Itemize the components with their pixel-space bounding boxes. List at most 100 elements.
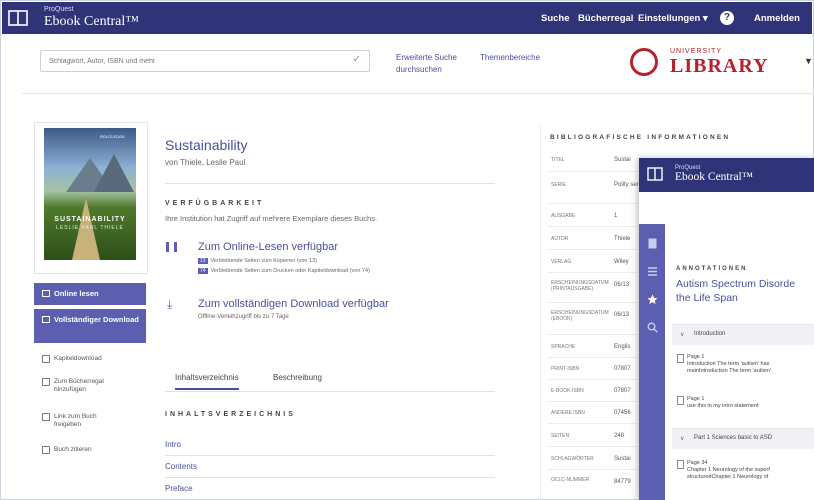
overlay-header: ProQuest Ebook Central™ <box>639 158 814 192</box>
section-part-1[interactable]: ∨ Part 1 Sciences basic to ASD <box>672 428 814 449</box>
quote-icon <box>42 446 50 454</box>
chevron-down-icon: ∨ <box>680 332 685 338</box>
bib-value: 248 <box>614 433 625 439</box>
section-introduction[interactable]: ∨ Introduction <box>672 324 814 345</box>
bib-separator <box>548 249 638 250</box>
availability-text: Ihre Institution hat Zugriff auf mehrere… <box>165 214 378 223</box>
nav-login[interactable]: Anmelden <box>754 13 800 24</box>
bib-separator <box>548 357 638 358</box>
advanced-search-line2: durchsuchen <box>396 65 442 74</box>
chapter-download-label: Kapiteldownload <box>54 355 102 362</box>
bib-separator <box>548 171 638 172</box>
print-pages-text: Verbleibende Seiten zum Drucken oder Kap… <box>210 268 370 274</box>
search-input[interactable] <box>47 53 341 69</box>
annotation-note[interactable]: Page 1 use this in my intro statement <box>677 396 759 410</box>
search-icon[interactable] <box>647 322 658 333</box>
bib-value: 1 <box>614 213 618 219</box>
bib-separator <box>548 302 638 303</box>
toc-item-preface[interactable]: Preface <box>165 484 193 493</box>
annotations-overlay: ProQuest Ebook Central™ ANNOTATIONEN Aut… <box>639 158 814 500</box>
bib-value: 06/13 <box>614 312 630 318</box>
bib-label: OCLC-NUMMER <box>551 477 590 483</box>
download-arrow-icon: ⤓ <box>167 297 173 311</box>
bib-heading: BIBLIOGRAFISCHE INFORMATIONEN <box>550 134 731 141</box>
open-book-logo-icon <box>647 167 663 181</box>
bib-value: Wiley <box>614 259 629 265</box>
copy-pages-row: 13 Verbleibende Seiten zum Kopieren (von … <box>198 258 317 264</box>
bib-separator <box>548 446 638 447</box>
bib-separator <box>548 469 638 470</box>
annotation-note[interactable]: Page 34 Chapter 1 Neurology of the super… <box>677 460 770 481</box>
read-online-link[interactable]: Zum Online-Lesen verfügbar <box>198 241 338 253</box>
chevron-down-icon: ∨ <box>680 436 685 442</box>
bib-label: SERIE <box>551 182 567 188</box>
brand-title[interactable]: Ebook Central™ <box>44 14 139 30</box>
help-icon[interactable]: ? <box>720 11 734 25</box>
toc-item-contents[interactable]: Contents <box>165 462 197 471</box>
bib-value: Thiele <box>614 236 631 242</box>
note-text: mainIntroduction The term 'autism' <box>687 368 771 374</box>
bib-separator <box>548 379 638 380</box>
bib-value: Sustai <box>614 456 631 462</box>
tab-contents[interactable]: Inhaltsverzeichnis <box>175 373 239 390</box>
note-icon <box>677 354 684 363</box>
library-logo: UNIVERSITY LIBRARY <box>630 44 780 80</box>
availability-heading: VERFÜGBARKEIT <box>165 200 265 207</box>
nav-settings[interactable]: Einstellungen ▾ <box>638 13 708 24</box>
book-author[interactable]: von Thiele, Leslie Paul <box>165 158 245 167</box>
share-link-label: Link zum Buch freigeben <box>54 413 97 428</box>
bib-label: E-BOOK-ISBN <box>551 388 584 394</box>
annotations-heading: ANNOTATIONEN <box>676 266 748 272</box>
library-logo-ring <box>630 48 658 76</box>
bib-label: ERSCHEINUNGSDATUM (EBOOK) <box>551 310 609 322</box>
bib-label: SCHLAGWÖRTER <box>551 456 594 462</box>
tab-description[interactable]: Beschreibung <box>273 373 322 382</box>
bib-value: 07807 <box>614 366 631 372</box>
bib-label: VERLAG <box>551 259 572 265</box>
chevron-down-icon[interactable]: ▼ <box>804 56 813 66</box>
bookmark-icon[interactable] <box>647 238 658 249</box>
toc-divider <box>165 477 495 478</box>
bib-separator <box>548 203 638 204</box>
cite-book-label: Buch zitieren <box>54 446 92 453</box>
note-icon <box>677 460 684 469</box>
copy-pages-text: Verbleibende Seiten zum Kopieren (von 13… <box>210 258 317 264</box>
bib-value: 07456 <box>614 410 631 416</box>
advanced-search-link[interactable]: Erweiterte Suche durchsuchen <box>396 52 457 76</box>
nav-bookshelf[interactable]: Bücherregal <box>578 13 633 24</box>
bib-value: 07807 <box>614 388 631 394</box>
toc-item-intro[interactable]: Intro <box>165 440 181 449</box>
brand-small-label: ProQuest <box>44 6 74 13</box>
book-read-icon <box>166 242 177 252</box>
title-divider <box>165 183 495 184</box>
note-text: Introduction The term 'autism' has <box>687 361 770 367</box>
search-field[interactable]: ✓ <box>40 50 370 72</box>
book-cover[interactable]: ROUTLEDGE SUSTAINABILITY LESLIE PAUL THI… <box>44 128 136 260</box>
overlay-brand[interactable]: Ebook Central™ <box>675 171 753 183</box>
bib-label: PRINT-ISBN <box>551 366 580 372</box>
cover-publisher: ROUTLEDGE <box>100 134 125 139</box>
content-tabs: Inhaltsverzeichnis Beschreibung <box>165 365 495 392</box>
topics-link[interactable]: Themenbereiche <box>480 52 540 64</box>
open-book-logo-icon <box>8 10 28 26</box>
bib-value: 84779 <box>614 479 631 485</box>
search-submit-icon[interactable]: ✓ <box>353 54 361 65</box>
full-download-button[interactable]: Vollständiger Download <box>34 309 146 343</box>
read-online-button[interactable]: Online lesen <box>34 283 146 305</box>
section-label: Introduction <box>694 331 726 337</box>
overlay-book-title: Autism Spectrum Disorde the Life Span <box>676 277 814 305</box>
note-page: Page 34 <box>687 460 708 466</box>
overlay-tool-rail <box>639 224 665 500</box>
overlay-title-line2: the Life Span <box>676 292 738 304</box>
note-icon <box>677 396 684 405</box>
nav-search[interactable]: Suche <box>541 13 570 24</box>
star-icon[interactable] <box>647 294 658 305</box>
list-icon[interactable] <box>647 266 658 277</box>
full-download-link[interactable]: Zum vollständigen Download verfügbar <box>198 298 389 310</box>
annotation-note[interactable]: Page 1 Introduction The term 'autism' ha… <box>677 354 771 375</box>
bib-label: SEITEN <box>551 433 570 439</box>
bib-label: ANDERE ISBN <box>551 410 585 416</box>
bib-label: SPRACHE <box>551 344 576 350</box>
add-to-shelf-label: Zum Bücherregal hinzufügen <box>54 378 104 393</box>
bib-value: Englis <box>614 344 631 350</box>
